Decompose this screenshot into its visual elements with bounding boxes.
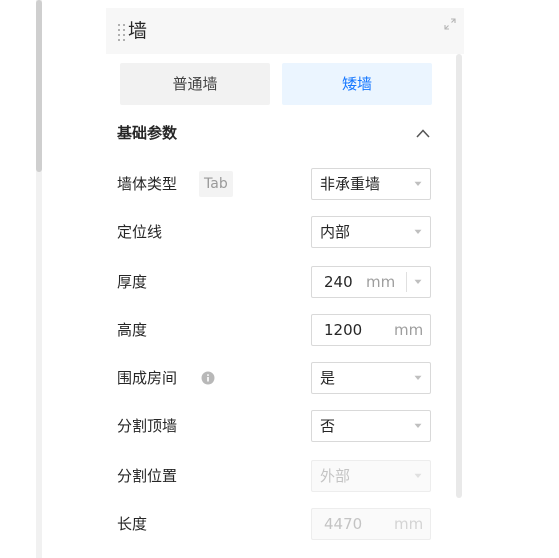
- row-wall-category: 墙体类型 Tab 非承重墙: [117, 168, 433, 200]
- chevron-down-icon: [414, 181, 422, 186]
- length-unit: mm: [394, 515, 424, 533]
- chevron-down-icon[interactable]: [414, 279, 422, 285]
- length-label: 长度: [117, 515, 148, 533]
- section-title: 基础参数: [117, 124, 178, 142]
- chevron-down-icon: [414, 473, 422, 478]
- row-split-ceiling: 分割顶墙 否: [117, 410, 433, 442]
- unit-divider: [406, 272, 407, 292]
- tab-normal-wall[interactable]: 普通墙: [120, 63, 270, 105]
- enclose-room-select[interactable]: 是: [311, 362, 431, 394]
- row-position-line: 定位线 内部: [117, 216, 433, 248]
- chevron-down-icon: [414, 423, 422, 428]
- row-height: 高度 1200 mm: [117, 314, 433, 346]
- thickness-input[interactable]: 240 mm: [311, 266, 431, 298]
- wall-category-label: 墙体类型: [117, 175, 178, 193]
- position-line-select[interactable]: 内部: [311, 216, 431, 248]
- panel-scrollbar-thumb[interactable]: [456, 54, 462, 498]
- tab-low-wall[interactable]: 矮墙: [282, 63, 432, 105]
- row-split-position: 分割位置 外部: [117, 460, 433, 492]
- page-scrollbar-thumb[interactable]: [36, 0, 42, 172]
- height-input[interactable]: 1200 mm: [311, 314, 431, 346]
- split-position-value: 外部: [320, 467, 351, 485]
- thickness-unit: mm: [366, 273, 396, 291]
- height-value: 1200: [324, 321, 363, 339]
- enclose-room-value: 是: [320, 369, 336, 387]
- position-line-value: 内部: [320, 223, 351, 241]
- position-line-label: 定位线: [117, 223, 163, 241]
- split-ceiling-label: 分割顶墙: [117, 417, 178, 435]
- chevron-down-icon: [414, 375, 422, 380]
- height-label: 高度: [117, 321, 148, 339]
- row-length: 长度 4470 mm: [117, 508, 433, 540]
- split-position-label: 分割位置: [117, 467, 178, 485]
- wall-properties-panel: 墙 普通墙 矮墙 基础参数 墙体类型 Tab 非承重墙 定位线 内部 厚度 24…: [106, 8, 464, 558]
- split-position-select: 外部: [311, 460, 431, 492]
- thickness-value: 240: [324, 273, 353, 291]
- row-enclose-room: 围成房间 是: [117, 362, 433, 394]
- chevron-down-icon: [414, 229, 422, 234]
- expand-icon[interactable]: [444, 18, 456, 30]
- wall-category-value: 非承重墙: [320, 175, 381, 193]
- panel-title: 墙: [128, 20, 148, 42]
- panel-header[interactable]: 墙: [106, 8, 464, 54]
- enclose-room-label: 围成房间: [117, 369, 178, 387]
- chevron-up-icon[interactable]: [415, 127, 431, 139]
- split-ceiling-value: 否: [320, 417, 336, 435]
- basic-params-section-header[interactable]: 基础参数: [106, 118, 436, 152]
- split-ceiling-select[interactable]: 否: [311, 410, 431, 442]
- info-icon[interactable]: [201, 371, 215, 385]
- thickness-label: 厚度: [117, 273, 148, 291]
- length-value: 4470: [324, 515, 363, 533]
- height-unit: mm: [394, 321, 424, 339]
- wall-category-select[interactable]: 非承重墙: [311, 168, 431, 200]
- tab-shortcut-badge: Tab: [199, 171, 233, 197]
- drag-handle-icon[interactable]: [118, 24, 128, 41]
- wall-type-segmented-control: 普通墙 矮墙: [120, 63, 432, 105]
- row-thickness: 厚度 240 mm: [117, 266, 433, 298]
- length-input: 4470 mm: [311, 508, 431, 540]
